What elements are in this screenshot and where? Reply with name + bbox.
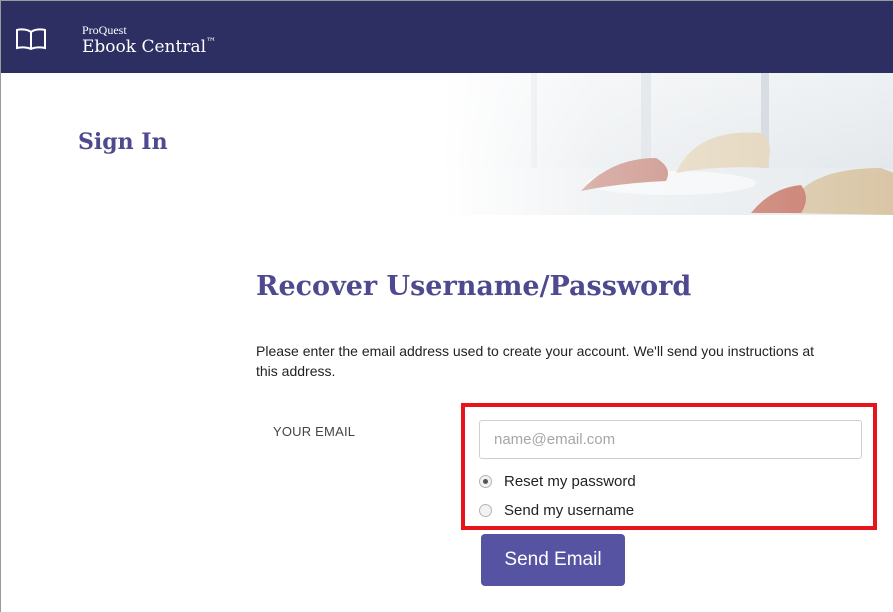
recover-title: Recover Username/Password [256, 271, 692, 302]
brand-ebook-central[interactable]: Ebook Central™ [82, 37, 216, 57]
email-input[interactable] [479, 420, 862, 459]
site-header: ProQuest Ebook Central™ [1, 1, 893, 73]
send-email-button[interactable]: Send Email [481, 534, 625, 586]
reset-password-label[interactable]: Reset my password [504, 473, 636, 490]
brand-trademark: ™ [206, 37, 217, 48]
send-username-radio[interactable] [479, 504, 492, 517]
banner-photo [441, 73, 893, 215]
send-username-label[interactable]: Send my username [504, 502, 634, 519]
email-label: YOUR EMAIL [273, 424, 356, 439]
recover-instructions: Please enter the email address used to c… [256, 343, 815, 379]
brand-proquest[interactable]: ProQuest [82, 23, 127, 38]
reset-password-radio[interactable] [479, 475, 492, 488]
sign-in-title: Sign In [78, 129, 168, 155]
send-username-option[interactable]: Send my username [479, 502, 634, 519]
open-book-icon[interactable] [15, 28, 47, 50]
brand-name: Ebook Central [82, 37, 207, 57]
page-frame: ProQuest Ebook Central™ Sign In Recover … [0, 0, 893, 612]
reset-password-option[interactable]: Reset my password [479, 473, 636, 490]
